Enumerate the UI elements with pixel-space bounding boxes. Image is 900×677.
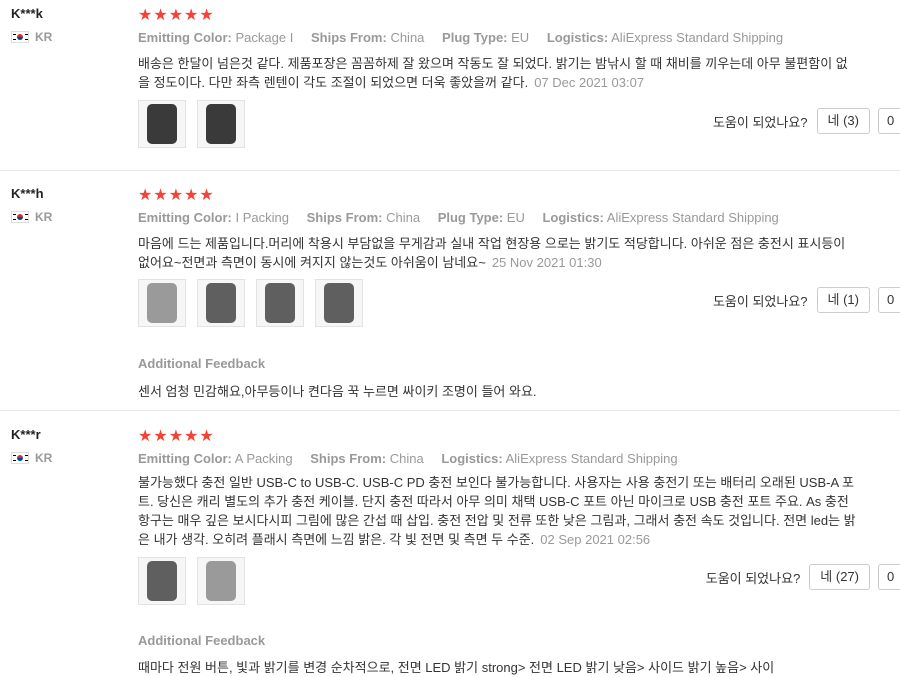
attr-value: I Packing [235,210,289,225]
star-rating: ★★★★★ [138,7,215,24]
review-photo-thumbnail[interactable] [315,279,363,327]
reviewer-name: K***h [11,186,44,201]
country-code: KR [35,30,53,44]
attr-value: China [389,451,424,466]
order-attributes: Emitting Color: A Packing Ships From: Ch… [138,451,678,466]
review-body: 불가능했다 충전 일반 USB-C to USB-C. USB-C PD 충전 … [138,475,856,547]
review-text: 배송은 한달이 넘은것 같다. 제품포장은 꼼꼼하제 잘 왔으며 작동도 잘 되… [138,54,858,92]
attr-value: Package I [235,30,294,45]
helpful-no-button[interactable]: 0 [878,564,900,590]
attr-value: China [390,30,425,45]
attr-value: AliExpress Standard Shipping [505,451,678,466]
country-code: KR [35,210,53,224]
helpful-yes-button[interactable]: 네 (1) [816,287,870,313]
reviewer-name: K***k [11,6,43,21]
attr-label: Ships From: [310,451,387,466]
korea-flag-icon [11,31,29,43]
review-photo-thumbnail[interactable] [197,557,245,605]
additional-feedback-text: 센서 엄청 민감해요,아무등이나 켠다음 꾹 누르면 싸이키 조명이 들어 와요… [138,384,537,399]
helpful-question: 도움이 되었나요? [712,293,808,309]
review-date: 02 Sep 2021 02:56 [540,532,651,547]
review-photo-thumbnail[interactable] [138,100,186,148]
attr-value: China [386,210,421,225]
attr-label: Plug Type: [437,210,504,225]
review-photo-thumbnail[interactable] [256,279,304,327]
korea-flag-icon [11,211,29,223]
helpful-question: 도움이 되었나요? [712,114,808,130]
review-photos [138,100,245,148]
attr-label: Plug Type: [442,30,508,45]
reviewer-country: KR [11,30,52,44]
reviewer-country: KR [11,210,52,224]
attr-value: AliExpress Standard Shipping [606,210,779,225]
helpful-no-button[interactable]: 0 [878,108,900,134]
attr-value: EU [506,210,525,225]
review-date: 07 Dec 2021 03:07 [534,75,645,90]
attr-label: Emitting Color: [138,210,232,225]
attr-label: Emitting Color: [138,30,232,45]
order-attributes: Emitting Color: I Packing Ships From: Ch… [138,210,779,225]
review-text: 마음에 드는 제품입니다.머리에 착용시 부담없을 무게감과 실내 작업 현장용… [138,234,858,272]
helpful-question: 도움이 되었나요? [705,570,801,586]
star-rating: ★★★★★ [138,187,215,204]
review-photos [138,557,245,605]
attr-label: Ships From: [306,210,383,225]
review-photo-thumbnail[interactable] [138,279,186,327]
attr-label: Logistics: [546,30,609,45]
helpful-vote: 도움이 되었나요? 네 (27) 0 [706,564,900,590]
divider [0,410,900,411]
helpful-yes-button[interactable]: 네 (3) [816,108,870,134]
attr-label: Emitting Color: [138,451,232,466]
review-date: 25 Nov 2021 01:30 [491,255,602,270]
reviewer-country: KR [11,451,52,465]
review-text: 불가능했다 충전 일반 USB-C to USB-C. USB-C PD 충전 … [138,473,858,549]
attr-label: Logistics: [441,451,503,466]
reviewer-name: K***r [11,427,41,442]
review-photos [138,279,363,327]
additional-feedback-title: Additional Feedback [138,633,266,648]
helpful-vote: 도움이 되었나요? 네 (3) 0 [713,108,900,134]
divider [0,170,900,171]
korea-flag-icon [11,452,29,464]
country-code: KR [35,451,53,465]
attr-value: EU [511,30,530,45]
attr-value: A Packing [234,451,293,466]
star-rating: ★★★★★ [138,428,215,445]
review-photo-thumbnail[interactable] [197,279,245,327]
attr-label: Logistics: [542,210,604,225]
additional-feedback-title: Additional Feedback [138,356,266,371]
additional-feedback-text: 때마다 전원 버튼, 빛과 밝기를 변경 순차적으로, 전면 LED 밝기 st… [138,660,775,675]
attr-value: AliExpress Standard Shipping [611,30,784,45]
helpful-no-button[interactable]: 0 [878,287,900,313]
attr-label: Ships From: [310,30,387,45]
helpful-vote: 도움이 되었나요? 네 (1) 0 [713,287,900,313]
review-photo-thumbnail[interactable] [138,557,186,605]
review-photo-thumbnail[interactable] [197,100,245,148]
review-body: 배송은 한달이 넘은것 같다. 제품포장은 꼼꼼하제 잘 왔으며 작동도 잘 되… [138,56,848,90]
order-attributes: Emitting Color: Package I Ships From: Ch… [138,30,783,45]
helpful-yes-button[interactable]: 네 (27) [809,564,870,590]
